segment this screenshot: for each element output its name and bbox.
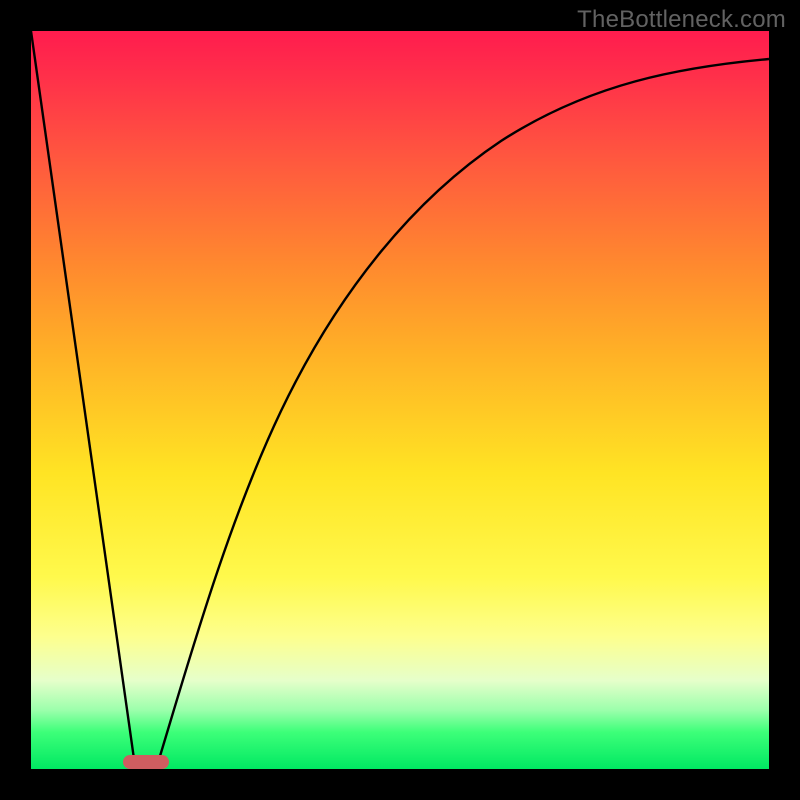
chart-frame: TheBottleneck.com bbox=[0, 0, 800, 800]
curve-left-limb bbox=[31, 31, 135, 766]
watermark-text: TheBottleneck.com bbox=[577, 6, 786, 34]
curve-right-limb bbox=[157, 59, 769, 766]
plot-area bbox=[31, 31, 769, 769]
optimal-marker bbox=[123, 755, 169, 769]
bottleneck-curve bbox=[31, 31, 769, 769]
